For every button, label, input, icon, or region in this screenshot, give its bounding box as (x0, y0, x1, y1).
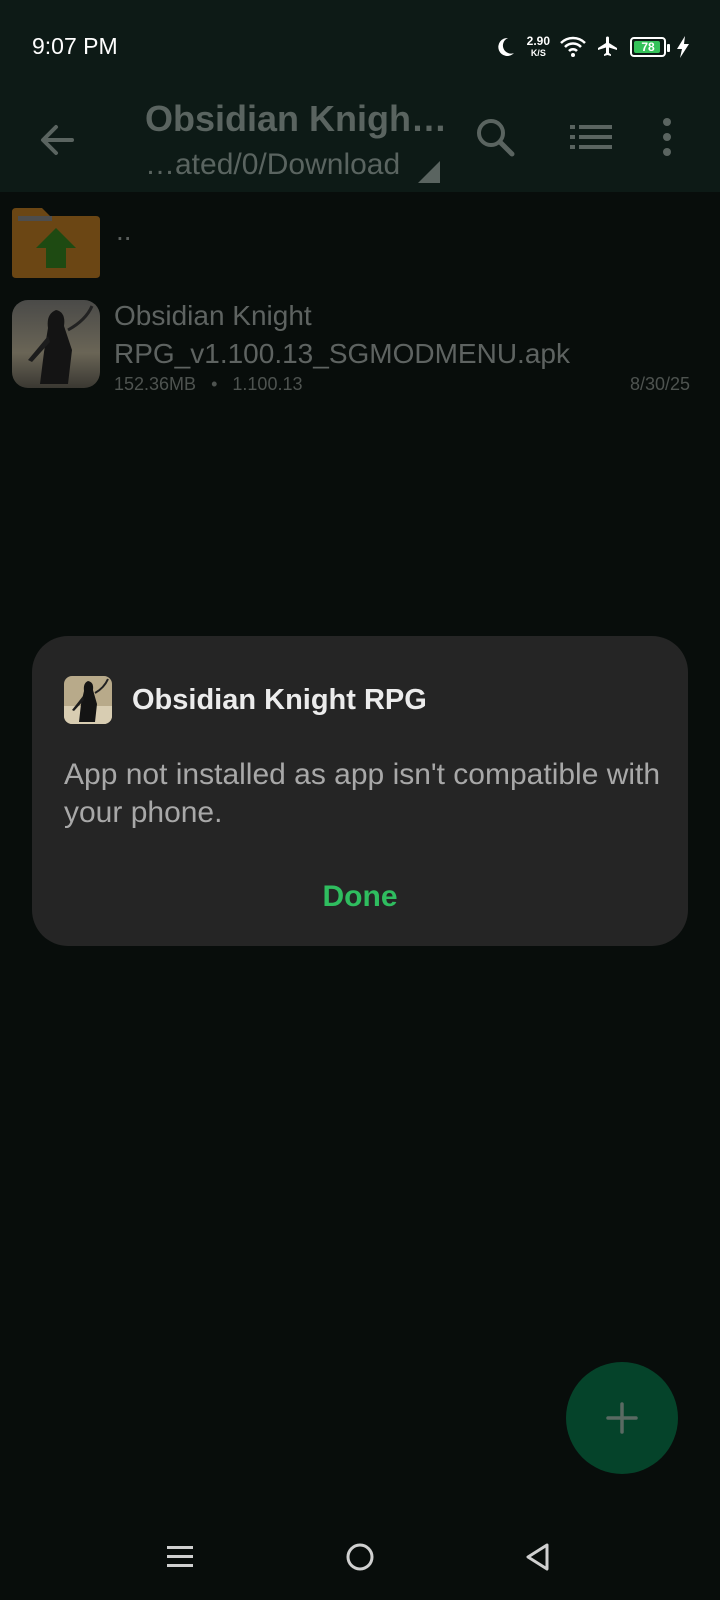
more-options-button[interactable] (652, 112, 682, 162)
file-meta: 152.36MB • 1.100.13 (114, 374, 302, 395)
dialog-title: Obsidian Knight RPG (132, 684, 427, 716)
search-icon (477, 119, 515, 157)
file-version: 1.100.13 (232, 374, 303, 394)
more-vert-icon (663, 118, 671, 156)
back-triangle-icon (526, 1543, 549, 1571)
file-size: 152.36MB (114, 374, 197, 394)
status-bar: 9:07 PM 2.90 K/S 78 (0, 0, 720, 95)
moon-icon (497, 37, 514, 56)
list-view-icon (570, 125, 612, 149)
net-speed-value: 2.90 (526, 34, 550, 48)
recents-button[interactable] (150, 1527, 210, 1587)
plus-icon (606, 1402, 638, 1434)
add-fab-button[interactable] (566, 1362, 678, 1474)
page-title: Obsidian Knigh… (145, 98, 445, 139)
dialog-message: App not installed as app isn't compatibl… (64, 758, 661, 829)
path-breadcrumb[interactable]: …ated/0/Download (145, 148, 400, 182)
wifi-icon (560, 36, 586, 57)
status-time: 9:07 PM (32, 33, 118, 59)
parent-folder-row[interactable]: .. (0, 198, 720, 288)
net-speed: 2.90 K/S (527, 35, 550, 59)
home-circle-icon (346, 1543, 374, 1571)
net-speed-unit: K/S (530, 48, 546, 58)
folder-up-icon (12, 208, 100, 278)
file-name: Obsidian Knight RPG_v1.100.13_SGMODMENU.… (114, 300, 570, 369)
file-list-item[interactable]: Obsidian Knight RPG_v1.100.13_SGMODMENU.… (0, 292, 720, 400)
parent-folder-label: .. (116, 215, 132, 246)
meta-separator: • (211, 374, 218, 394)
battery-icon: 78 (630, 37, 670, 57)
charging-icon (677, 36, 689, 58)
file-date: 8/30/25 (629, 374, 690, 394)
path-dropdown-icon[interactable] (418, 161, 440, 183)
home-button[interactable] (330, 1527, 390, 1587)
app-icon (64, 676, 112, 724)
list-view-button[interactable] (566, 112, 616, 162)
search-button[interactable] (470, 112, 520, 162)
back-nav-button[interactable] (508, 1527, 568, 1587)
done-button[interactable]: Done (32, 872, 688, 922)
install-error-dialog: Obsidian Knight RPG App not installed as… (32, 636, 688, 946)
airplane-icon (598, 36, 617, 56)
system-nav-bar (0, 1515, 720, 1600)
back-arrow-icon (41, 125, 74, 155)
status-icons: 2.90 K/S 78 (493, 30, 690, 64)
battery-level: 78 (641, 40, 655, 54)
apk-thumbnail (12, 300, 100, 388)
back-button[interactable] (32, 115, 82, 165)
menu-icon (167, 1546, 193, 1567)
